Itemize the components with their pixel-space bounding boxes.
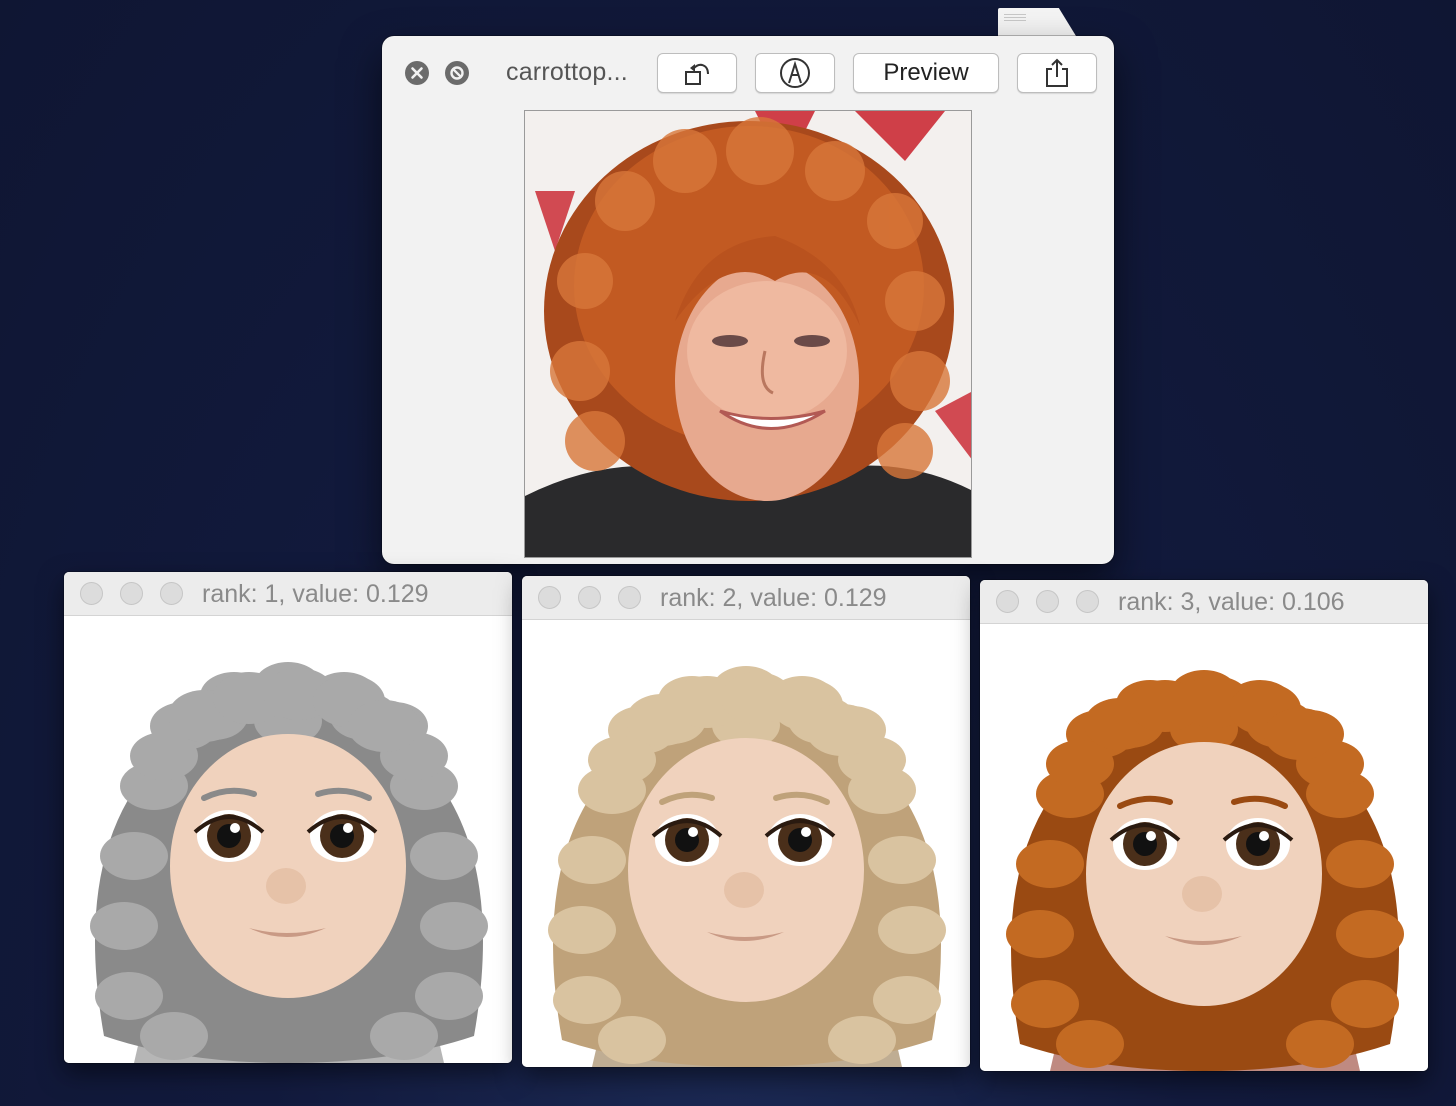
open-in-preview-button[interactable]: Preview (853, 53, 999, 93)
file-title: carrottop... (506, 58, 628, 86)
close-button[interactable] (80, 582, 103, 605)
result-title: rank: 3, value: 0.106 (1118, 588, 1345, 616)
result-window-titlebar[interactable]: rank: 2, value: 0.129 (522, 576, 970, 620)
result-window-1: rank: 1, value: 0.129 (64, 572, 512, 1063)
share-icon (1046, 58, 1068, 87)
memoji-image (980, 624, 1428, 1071)
result-title: rank: 2, value: 0.129 (660, 584, 887, 612)
result-window-titlebar[interactable]: rank: 3, value: 0.106 (980, 580, 1428, 624)
zoom-button[interactable] (618, 586, 641, 609)
rotate-button[interactable] (657, 53, 737, 93)
minimize-button[interactable] (120, 582, 143, 605)
zoom-button[interactable] (1076, 590, 1099, 613)
preview-photo (524, 110, 972, 558)
close-button[interactable] (996, 590, 1019, 613)
result-title: rank: 1, value: 0.129 (202, 580, 429, 608)
result-window-2: rank: 2, value: 0.129 (522, 576, 970, 1067)
memoji-image (64, 616, 512, 1063)
markup-button[interactable] (755, 53, 835, 93)
share-button[interactable] (1017, 53, 1097, 93)
quicklook-window: carrottop... Preview (382, 36, 1114, 564)
minimize-button[interactable] (578, 586, 601, 609)
block-icon[interactable] (445, 61, 469, 85)
close-button[interactable] (538, 586, 561, 609)
rotate-left-icon (685, 63, 709, 85)
result-window-3: rank: 3, value: 0.106 (980, 580, 1428, 1071)
minimize-button[interactable] (1036, 590, 1059, 613)
result-window-titlebar[interactable]: rank: 1, value: 0.129 (64, 572, 512, 616)
memoji-image (522, 620, 970, 1067)
zoom-button[interactable] (160, 582, 183, 605)
close-icon[interactable] (405, 61, 429, 85)
markup-pen-icon (780, 58, 810, 88)
